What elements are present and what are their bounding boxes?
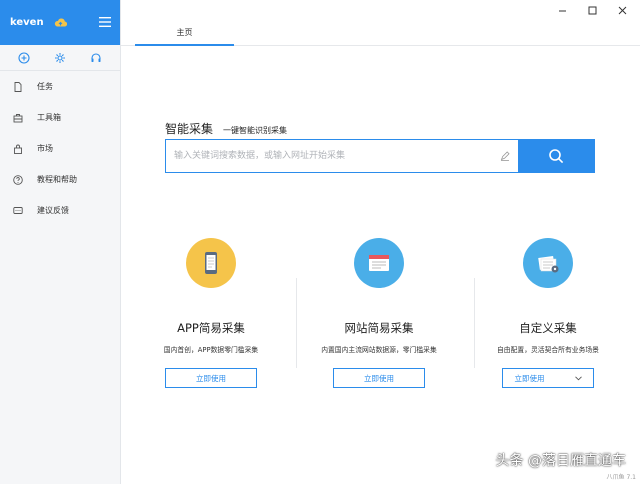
- sidebar-item-feedback[interactable]: 建议反馈: [0, 195, 120, 226]
- website-icon-circle: [354, 238, 404, 288]
- main-content: 智能采集 一键智能识别采集 APP简易采集 国内首创，APP数据零门槛采集 立即…: [121, 46, 640, 484]
- maximize-icon: [588, 6, 596, 14]
- add-icon[interactable]: [18, 51, 30, 64]
- sidebar-item-label: 市场: [37, 144, 53, 153]
- maximize-button[interactable]: [586, 4, 598, 16]
- tab-bar: 主页: [121, 20, 640, 46]
- sidebar: keven 任务 工具箱 市场 教程和帮助 建议反馈: [0, 0, 121, 484]
- sidebar-item-label: 建议反馈: [37, 206, 69, 215]
- card-description: 国内首创，APP数据零门槛采集: [163, 346, 259, 354]
- app-icon-circle: [186, 238, 236, 288]
- sidebar-actions: [0, 45, 120, 71]
- minimize-button[interactable]: [556, 4, 568, 16]
- close-button[interactable]: [616, 4, 628, 16]
- use-now-dropdown[interactable]: 立即使用: [502, 368, 594, 388]
- sidebar-nav: 任务 工具箱 市场 教程和帮助 建议反馈: [0, 71, 120, 226]
- card-custom-collect: 自定义采集 自由配置，灵活契合所有业务场景 立即使用: [473, 238, 623, 388]
- bag-icon: [14, 144, 22, 154]
- custom-icon-circle: [523, 238, 573, 288]
- username[interactable]: keven: [10, 17, 44, 28]
- sidebar-item-label: 教程和帮助: [37, 175, 77, 184]
- watermark: 头条 @落日雁直通车: [495, 453, 626, 469]
- pen-icon: [500, 151, 510, 161]
- use-now-button[interactable]: 立即使用: [333, 368, 425, 388]
- sidebar-item-help[interactable]: 教程和帮助: [0, 164, 120, 195]
- card-app-collect: APP简易采集 国内首创，APP数据零门槛采集 立即使用: [136, 238, 286, 388]
- edit-button[interactable]: [492, 140, 518, 172]
- search-heading: 智能采集 一键智能识别采集: [165, 120, 287, 137]
- card-website-collect: 网站简易采集 内置国内主流网站数据源，零门槛采集 立即使用: [304, 238, 454, 388]
- version-label: 八爪鱼 7.1: [606, 474, 636, 481]
- search-input[interactable]: [166, 140, 492, 172]
- search-subtitle: 一键智能识别采集: [223, 126, 288, 135]
- minimize-icon: [558, 10, 566, 11]
- gear-icon[interactable]: [54, 52, 66, 64]
- card-title: 自定义采集: [519, 321, 577, 335]
- menu-icon[interactable]: [99, 17, 111, 27]
- use-now-button[interactable]: 立即使用: [165, 368, 257, 388]
- search-button[interactable]: [518, 140, 594, 172]
- card-description: 自由配置，灵活契合所有业务场景: [497, 346, 599, 354]
- help-icon: [13, 174, 23, 185]
- file-icon: [14, 81, 22, 92]
- search-box: [165, 139, 595, 173]
- window-controls: [556, 4, 628, 16]
- search-title: 智能采集: [165, 122, 214, 136]
- button-label: 立即使用: [514, 373, 545, 383]
- sidebar-item-market[interactable]: 市场: [0, 133, 120, 164]
- card-title: 网站简易采集: [344, 321, 414, 335]
- tab-home[interactable]: 主页: [135, 20, 234, 46]
- cloud-icon[interactable]: [54, 18, 67, 27]
- browser-icon: [369, 255, 389, 271]
- toolbox-icon: [13, 113, 23, 122]
- sidebar-item-toolbox[interactable]: 工具箱: [0, 102, 120, 133]
- sidebar-item-tasks[interactable]: 任务: [0, 71, 120, 102]
- feedback-icon: [13, 206, 23, 214]
- search-icon: [549, 149, 564, 164]
- sidebar-item-label: 工具箱: [37, 113, 61, 122]
- card-description: 内置国内主流网站数据源，零门槛采集: [321, 346, 437, 354]
- phone-icon: [205, 252, 217, 274]
- headset-icon[interactable]: [90, 52, 102, 64]
- sidebar-item-label: 任务: [37, 82, 53, 91]
- chevron-down-icon[interactable]: [574, 375, 582, 381]
- divider: [296, 278, 297, 368]
- card-title: APP简易采集: [177, 321, 245, 335]
- documents-gear-icon: [538, 255, 559, 273]
- close-icon: [618, 6, 626, 14]
- sidebar-header: keven: [0, 0, 120, 45]
